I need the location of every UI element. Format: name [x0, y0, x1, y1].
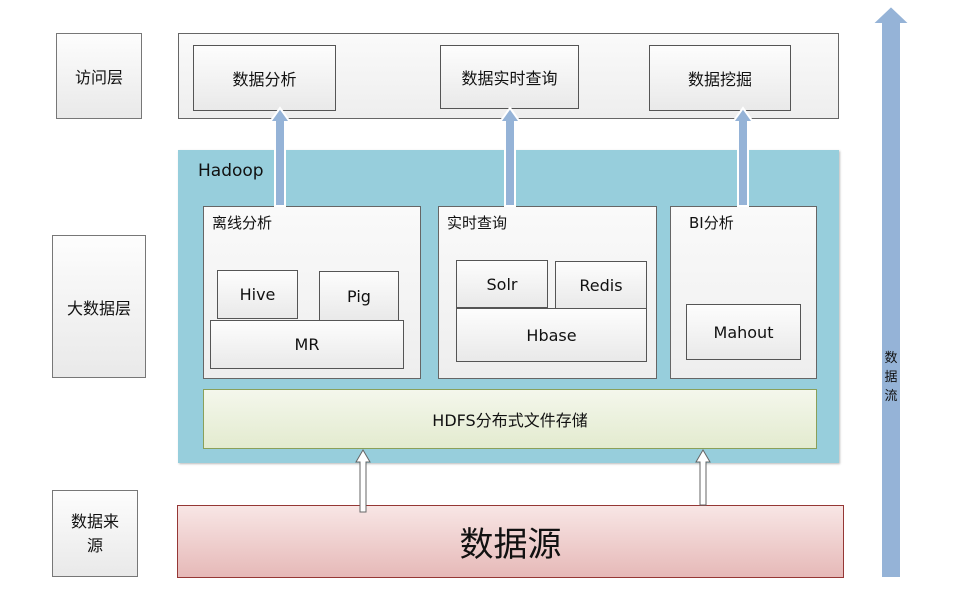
up-arrow-icon	[268, 106, 292, 207]
data-flow-label: 数 据 流	[882, 349, 900, 406]
data-flow-char: 数	[884, 351, 898, 366]
up-arrow-icon	[498, 106, 522, 207]
data-flow-char: 据	[884, 370, 898, 385]
data-flow-arrow-icon	[869, 4, 913, 579]
up-arrow-icon	[731, 106, 755, 207]
up-arrow-outline-icon	[355, 449, 371, 513]
data-flow-char: 流	[884, 389, 898, 404]
arrows-layer	[268, 4, 913, 579]
up-arrow-outline-icon	[695, 449, 711, 506]
